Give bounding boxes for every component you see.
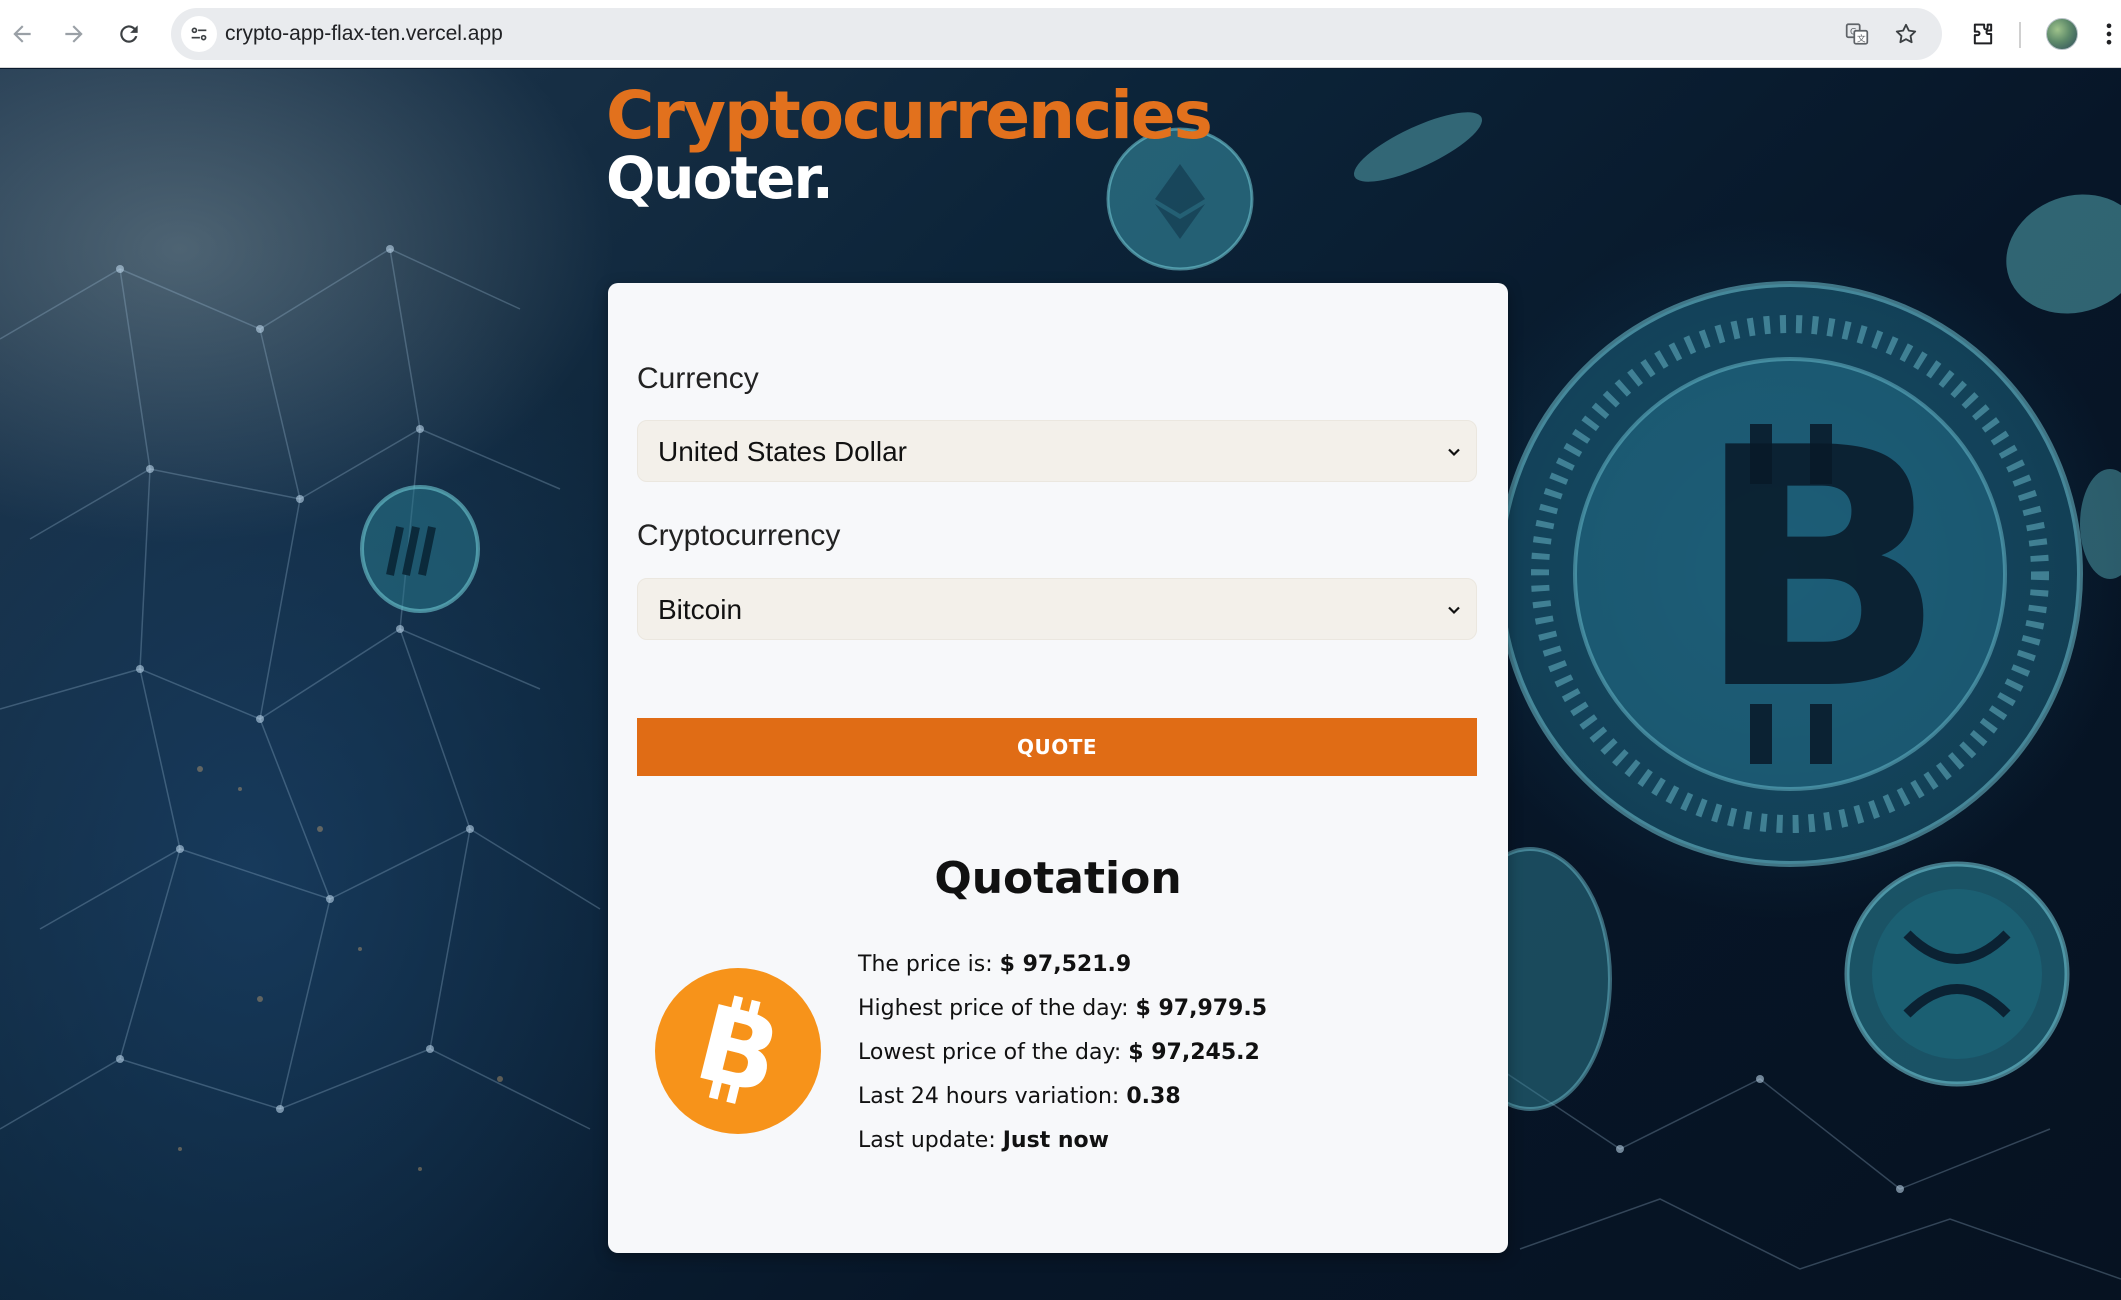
chevron-down-icon	[1448, 448, 1460, 457]
toolbar-divider	[2019, 22, 2021, 48]
profile-avatar[interactable]	[2046, 18, 2078, 50]
high-price-label: Highest price of the day:	[858, 996, 1129, 1021]
low-price-row: Lowest price of the day: $ 97,245.2	[858, 1031, 1267, 1075]
quote-button[interactable]: QUOTE	[637, 718, 1477, 776]
currency-select[interactable]: United States Dollar	[637, 420, 1477, 482]
last-update-label: Last update:	[858, 1128, 996, 1153]
variation-value: 0.38	[1126, 1084, 1181, 1109]
page-title-line2: Quoter.	[606, 144, 834, 212]
page-title-line1: Cryptocurrencies	[606, 77, 1213, 154]
last-update-value: Just now	[1002, 1128, 1109, 1153]
svg-text:文: 文	[1857, 33, 1866, 45]
quoter-card: Currency United States Dollar Cryptocurr…	[608, 283, 1508, 1253]
extensions-icon[interactable]	[1963, 14, 2003, 54]
currency-label: Currency	[637, 362, 759, 395]
variation-label: Last 24 hours variation:	[858, 1084, 1120, 1109]
address-bar[interactable]: crypto-app-flax-ten.vercel.app G文	[171, 8, 1942, 60]
menu-dots-icon[interactable]	[2098, 14, 2120, 54]
forward-arrow-icon	[65, 25, 83, 43]
cryptocurrency-select-value: Bitcoin	[658, 594, 743, 625]
bitcoin-logo-icon: B	[655, 968, 821, 1134]
currency-select-value: United States Dollar	[658, 436, 908, 467]
last-update-row: Last update: Just now	[858, 1119, 1267, 1163]
high-price-row: Highest price of the day: $ 97,979.5	[858, 987, 1267, 1031]
high-price-value: $ 97,979.5	[1135, 996, 1268, 1021]
back-arrow-icon	[13, 25, 31, 43]
low-price-value: $ 97,245.2	[1128, 1040, 1260, 1065]
page-background: B Cryptocurrencies Quoter. Currency Unit…	[0, 69, 2121, 1300]
forward-button[interactable]	[52, 12, 96, 56]
reload-icon	[120, 25, 138, 43]
chevron-down-icon	[1448, 606, 1460, 615]
low-price-label: Lowest price of the day:	[858, 1040, 1122, 1065]
cryptocurrency-select[interactable]: Bitcoin	[637, 578, 1477, 640]
browser-toolbar: crypto-app-flax-ten.vercel.app G文	[0, 0, 2121, 68]
quote-button-label: QUOTE	[1016, 735, 1098, 759]
quotation-title: Quotation	[934, 853, 1182, 904]
variation-row: Last 24 hours variation: 0.38	[858, 1075, 1267, 1119]
site-info-icon[interactable]	[181, 16, 217, 52]
price-value: $ 97,521.9	[999, 952, 1132, 977]
quotation-details: The price is: $ 97,521.9 Highest price o…	[858, 943, 1267, 1163]
back-button[interactable]	[0, 12, 44, 56]
translate-icon[interactable]: G文	[1840, 17, 1874, 51]
price-row: The price is: $ 97,521.9	[858, 943, 1267, 987]
price-label: The price is:	[858, 952, 993, 977]
cryptocurrency-label: Cryptocurrency	[637, 519, 841, 552]
url-text[interactable]: crypto-app-flax-ten.vercel.app	[225, 8, 503, 60]
reload-button[interactable]	[107, 12, 151, 56]
bookmark-star-icon[interactable]	[1889, 17, 1923, 51]
